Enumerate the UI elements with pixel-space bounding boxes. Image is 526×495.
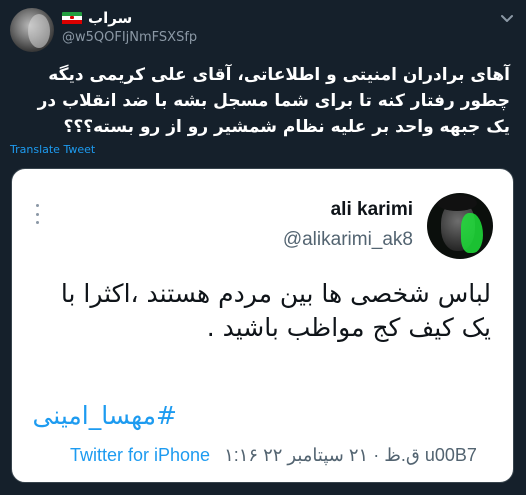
timestamp[interactable]: ۱:۱۶ ق.ظ · ۲۱ سپتامبر ۲۲ u00B7 <box>224 445 477 466</box>
avatar-paint <box>461 213 483 253</box>
translate-tweet-link[interactable]: Translate Tweet <box>10 143 95 156</box>
outer-author[interactable]: سراب <box>62 9 132 27</box>
quoted-handle[interactable]: @alikarimi_ak8 <box>283 229 413 251</box>
hashtag-link[interactable]: #مهسا_امینی <box>32 401 177 430</box>
outer-display-name[interactable]: سراب <box>88 9 132 27</box>
outer-handle[interactable]: @w5QOFIjNmFSXSfp <box>62 30 197 45</box>
more-dots-icon[interactable] <box>34 204 40 224</box>
quoted-tweet-card[interactable]: ali karimi @alikarimi_ak8 لباس شخصی ها ب… <box>11 168 514 483</box>
source-link[interactable]: Twitter for iPhone <box>70 445 210 466</box>
outer-tweet-text: آهای برادران امنیتی و اطلاعاتی، آقای علی… <box>37 65 510 137</box>
avatar-face <box>28 14 50 48</box>
quoted-avatar[interactable] <box>427 193 493 259</box>
quoted-tweet-text: لباس شخصی ها بین مردم هستند ،اکثرا با یک… <box>60 279 491 342</box>
avatar-hair <box>437 195 477 211</box>
outer-avatar[interactable] <box>10 8 54 52</box>
chevron-down-icon[interactable] <box>500 14 514 24</box>
iran-flag-icon <box>62 11 82 25</box>
quoted-display-name[interactable]: ali karimi <box>331 199 413 221</box>
tweet-metadata: Twitter for iPhone ۱:۱۶ ق.ظ · ۲۱ سپتامبر… <box>70 445 500 466</box>
